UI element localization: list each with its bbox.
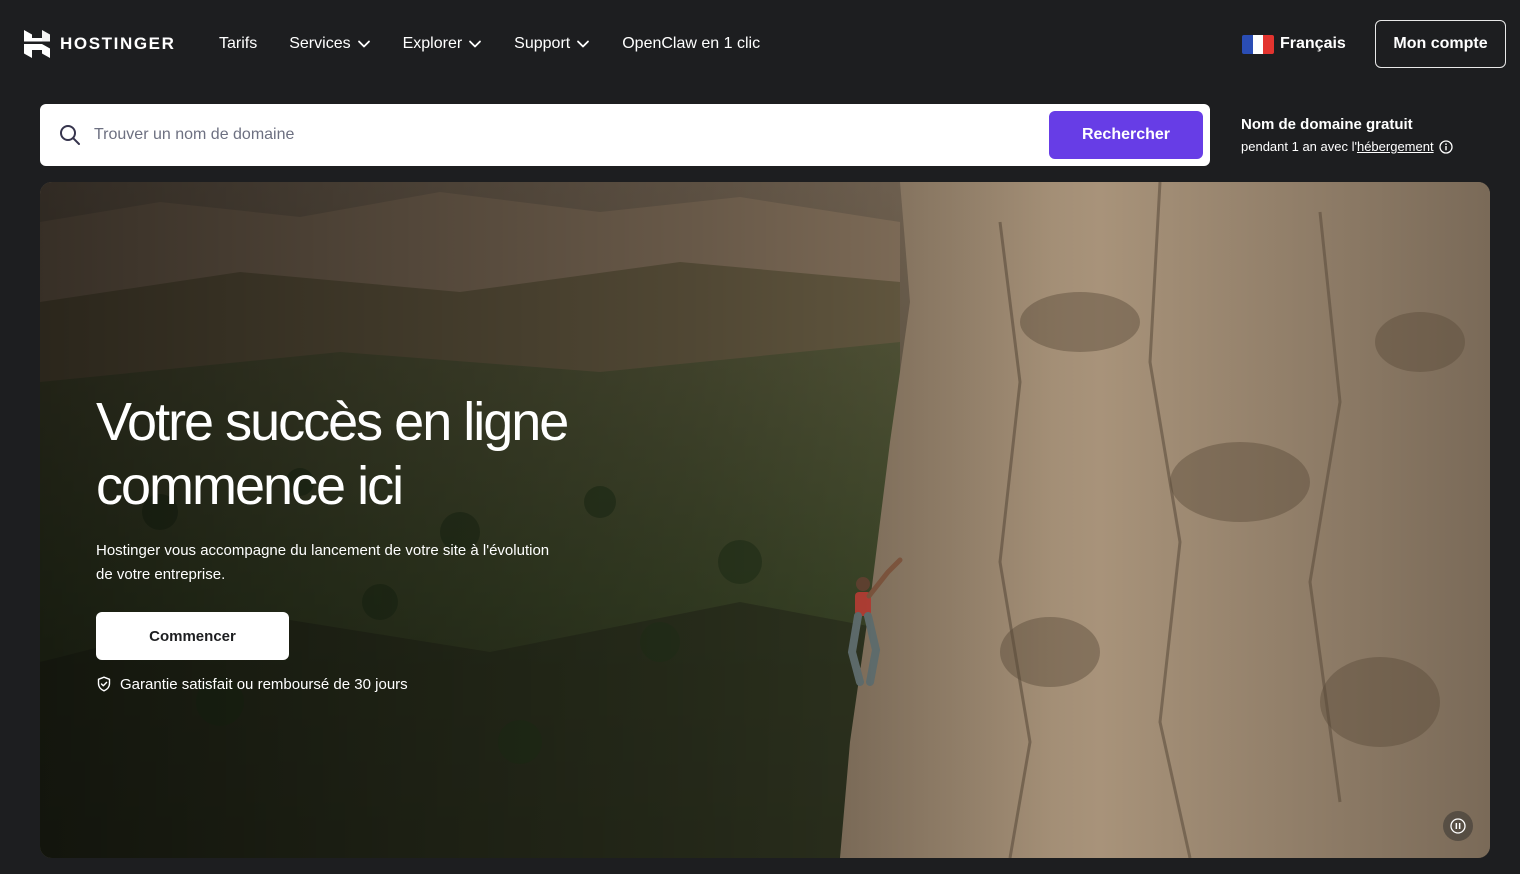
nav-item-tarifs[interactable]: Tarifs bbox=[219, 35, 257, 53]
language-label: Français bbox=[1280, 35, 1346, 52]
hero-title-line: Votre succès en ligne bbox=[96, 392, 569, 452]
chevron-down-icon bbox=[357, 40, 370, 48]
hero-background-climber-image bbox=[40, 182, 1490, 858]
language-selector[interactable]: Français bbox=[1242, 33, 1346, 55]
money-back-guarantee: Garantie satisfait ou remboursé de 30 jo… bbox=[96, 674, 408, 694]
hostinger-h-logo-icon bbox=[24, 30, 50, 58]
hosting-link[interactable]: hébergement bbox=[1357, 135, 1434, 159]
nav-item-label: Tarifs bbox=[219, 35, 258, 52]
nav-item-explorer[interactable]: Explorer bbox=[403, 35, 483, 53]
top-navigation: HOSTINGER Tarifs Services Explorer Suppo… bbox=[0, 0, 1520, 88]
guarantee-text: Garantie satisfait ou remboursé de 30 jo… bbox=[120, 675, 408, 693]
chevron-down-icon bbox=[577, 40, 590, 48]
hero-title-line: commence ici bbox=[96, 456, 404, 516]
nav-item-label: OpenClaw en 1 clic bbox=[622, 35, 761, 52]
promo-title: Nom de domaine gratuit bbox=[1241, 116, 1413, 133]
search-icon bbox=[60, 125, 80, 145]
promo-subtitle-text: pendant 1 an avec l' bbox=[1241, 139, 1357, 154]
nav-item-label: Support bbox=[514, 35, 571, 52]
domain-search-input[interactable] bbox=[94, 118, 1034, 152]
free-domain-promo: Nom de domaine gratuit pendant 1 an avec… bbox=[1241, 115, 1501, 159]
hero-description: Hostinger vous accompagne du lancement d… bbox=[96, 542, 550, 583]
info-icon[interactable] bbox=[1438, 140, 1453, 154]
hero-title: Votre succès en ligne commence ici bbox=[96, 390, 656, 518]
chevron-down-icon bbox=[469, 40, 482, 48]
nav-item-services[interactable]: Services bbox=[289, 35, 370, 53]
nav-item-openclaw[interactable]: OpenClaw en 1 clic bbox=[622, 35, 760, 53]
domain-search-bar: Rechercher bbox=[40, 104, 1210, 166]
search-button[interactable]: Rechercher bbox=[1049, 111, 1203, 159]
nav-item-label: Services bbox=[289, 35, 351, 52]
brand-logo[interactable]: HOSTINGER bbox=[24, 30, 175, 58]
hero-banner: Votre succès en ligne commence ici Hosti… bbox=[40, 182, 1490, 858]
france-flag-icon bbox=[1242, 34, 1274, 54]
main-menu: Tarifs Services Explorer Support OpenCla… bbox=[219, 30, 792, 58]
brand-name: HOSTINGER bbox=[60, 34, 176, 53]
my-account-button[interactable]: Mon compte bbox=[1375, 20, 1506, 68]
video-pause-button[interactable] bbox=[1443, 811, 1473, 841]
get-started-button[interactable]: Commencer bbox=[96, 612, 289, 660]
pause-icon bbox=[1450, 818, 1466, 834]
nav-item-support[interactable]: Support bbox=[514, 35, 590, 53]
shield-check-icon bbox=[97, 676, 111, 692]
nav-item-label: Explorer bbox=[402, 35, 463, 52]
promo-subtitle: pendant 1 an avec l' hébergement bbox=[1241, 135, 1501, 159]
